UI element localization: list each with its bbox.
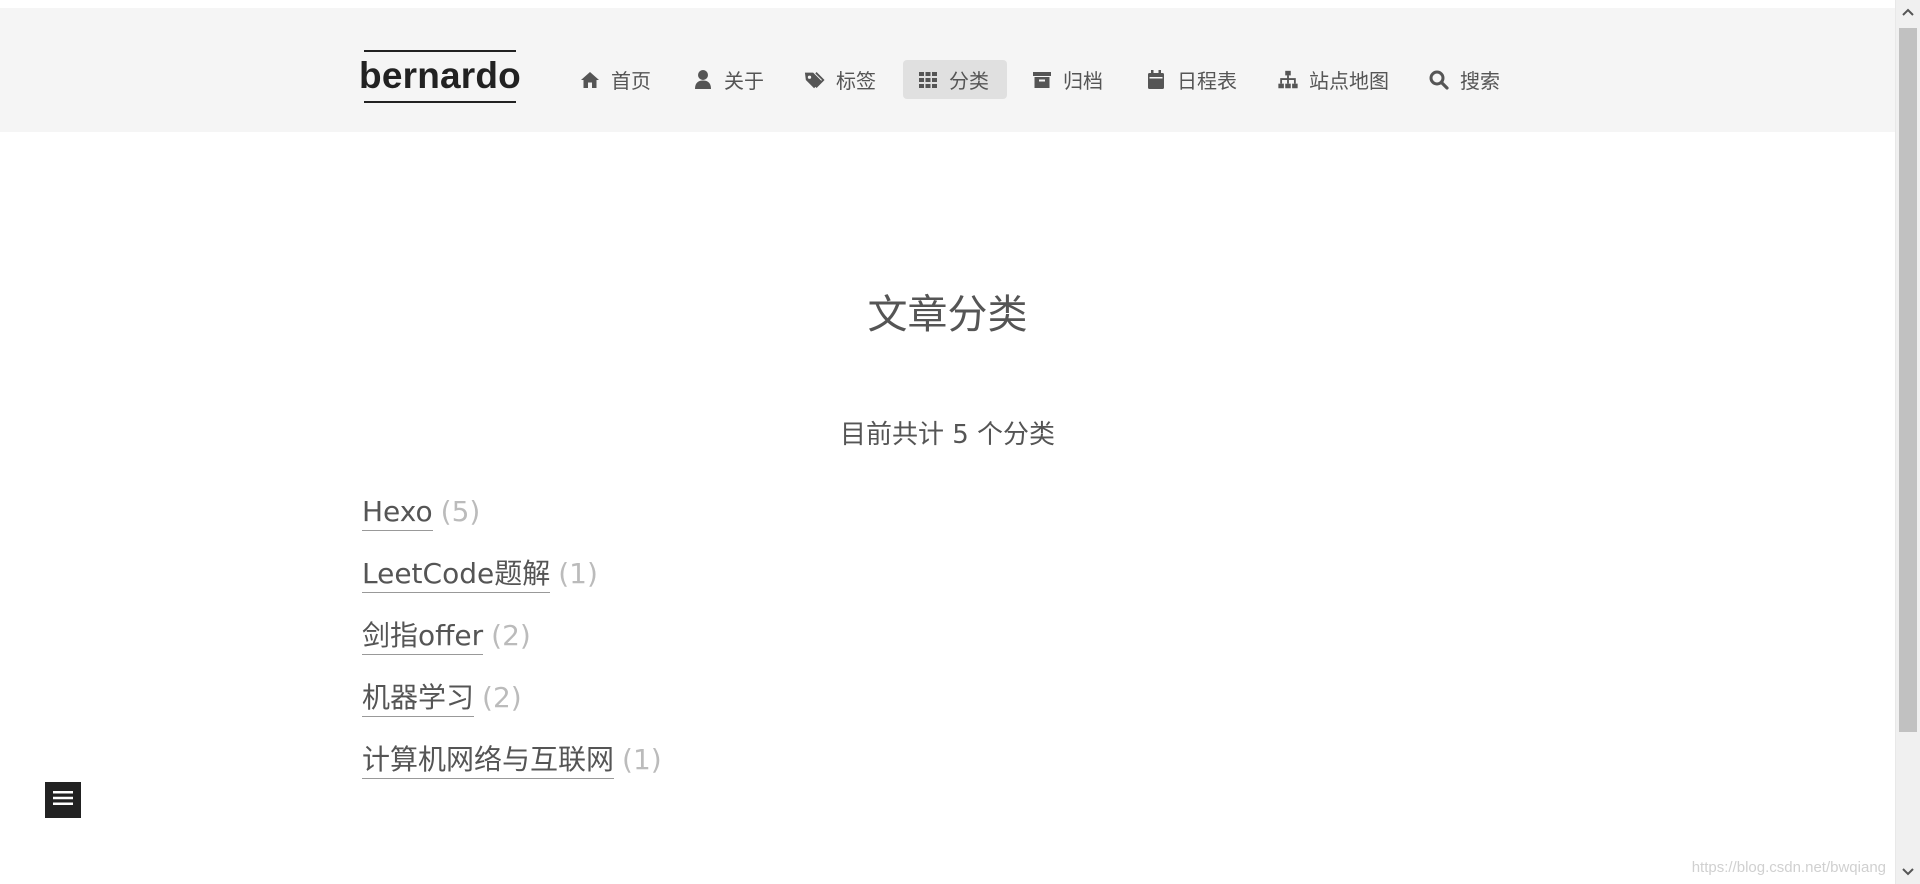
menu-label-archives: 归档 bbox=[1063, 69, 1103, 93]
main-menu: 首页 关于 标签 分类 归档 日程表 站点地图 搜索 bbox=[0, 60, 1895, 99]
scrollbar-thumb[interactable] bbox=[1899, 28, 1917, 732]
menu-label-schedule: 日程表 bbox=[1177, 69, 1237, 93]
category-list: Hexo (5) LeetCode题解 (1) 剑指offer (2) 机器学习… bbox=[362, 495, 662, 805]
menu-label-about: 关于 bbox=[724, 69, 764, 93]
grid-icon bbox=[917, 69, 939, 91]
category-link-machine-learning[interactable]: 机器学习 bbox=[362, 681, 475, 717]
category-count: (1) bbox=[622, 743, 662, 776]
list-item: 计算机网络与互联网 (1) bbox=[362, 743, 662, 805]
search-icon bbox=[1428, 69, 1450, 91]
home-icon bbox=[579, 69, 601, 91]
scroll-up-button[interactable] bbox=[1896, 0, 1920, 24]
page-title: 文章分类 bbox=[867, 291, 1028, 338]
category-count-summary: 目前共计 5 个分类 bbox=[839, 420, 1056, 450]
category-link-hexo[interactable]: Hexo bbox=[362, 495, 433, 531]
list-item: 剑指offer (2) bbox=[362, 619, 662, 681]
list-item: LeetCode题解 (1) bbox=[362, 557, 662, 619]
sidebar-toggle-button[interactable] bbox=[45, 782, 81, 818]
archive-icon bbox=[1031, 69, 1053, 91]
site-header: bernardo 首页 关于 标签 分类 归档 日程表 站点地图 搜索 bbox=[0, 8, 1895, 132]
menu-label-search: 搜索 bbox=[1460, 69, 1500, 93]
chevron-down-icon bbox=[1902, 868, 1914, 876]
watermark: https://blog.csdn.net/bwqiang bbox=[1691, 859, 1886, 876]
menu-item-schedule[interactable]: 日程表 bbox=[1131, 60, 1251, 99]
list-item: 机器学习 (2) bbox=[362, 681, 662, 743]
menu-item-archives[interactable]: 归档 bbox=[1017, 60, 1117, 99]
tags-icon bbox=[804, 69, 826, 91]
menu-label-home: 首页 bbox=[611, 69, 651, 93]
user-icon bbox=[692, 69, 714, 91]
menu-item-sitemap[interactable]: 站点地图 bbox=[1263, 60, 1403, 99]
menu-item-about[interactable]: 关于 bbox=[678, 60, 778, 99]
menu-item-categories[interactable]: 分类 bbox=[903, 60, 1007, 99]
vertical-scrollbar[interactable] bbox=[1895, 0, 1920, 884]
sitemap-icon bbox=[1277, 69, 1299, 91]
category-link-leetcode[interactable]: LeetCode题解 bbox=[362, 557, 551, 593]
scroll-down-button[interactable] bbox=[1896, 860, 1920, 884]
category-link-networks[interactable]: 计算机网络与互联网 bbox=[362, 743, 615, 779]
list-item: Hexo (5) bbox=[362, 495, 662, 557]
category-link-offer[interactable]: 剑指offer bbox=[362, 619, 484, 655]
menu-item-home[interactable]: 首页 bbox=[565, 60, 665, 99]
menu-item-tags[interactable]: 标签 bbox=[790, 60, 890, 99]
menu-label-sitemap: 站点地图 bbox=[1309, 69, 1389, 93]
menu-item-search[interactable]: 搜索 bbox=[1414, 60, 1514, 99]
category-count: (2) bbox=[482, 681, 522, 714]
menu-label-tags: 标签 bbox=[836, 69, 876, 93]
category-count: (5) bbox=[440, 495, 481, 528]
menu-label-categories: 分类 bbox=[949, 69, 989, 93]
category-count: (2) bbox=[491, 619, 531, 652]
calendar-icon bbox=[1145, 69, 1167, 91]
chevron-up-icon bbox=[1902, 8, 1914, 16]
page: bernardo 首页 关于 标签 分类 归档 日程表 站点地图 搜索 文章分类… bbox=[0, 0, 1920, 884]
menu-lines-icon bbox=[52, 789, 74, 811]
category-count: (1) bbox=[558, 557, 598, 590]
